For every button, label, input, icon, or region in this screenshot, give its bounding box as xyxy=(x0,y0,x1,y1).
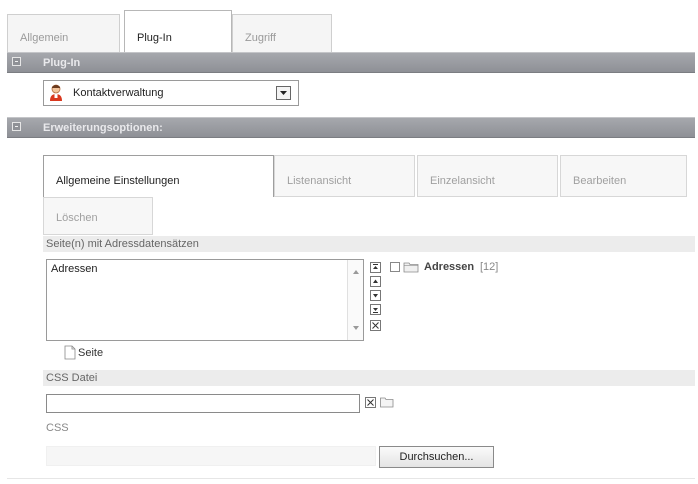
move-top-button[interactable] xyxy=(370,262,381,273)
remove-item-button[interactable] xyxy=(370,320,381,331)
add-page-link[interactable]: Seite xyxy=(64,345,154,361)
move-up-button[interactable] xyxy=(370,276,381,287)
ext-section-title: Erweiterungsoptionen: xyxy=(43,122,163,134)
tab-allgemeine-einstellungen[interactable]: Allgemeine Einstellungen xyxy=(43,155,274,197)
pages-field-label-text: Seite(n) mit Adressdatensätzen xyxy=(46,238,199,250)
close-icon xyxy=(367,399,374,406)
tab-bearbeiten[interactable]: Bearbeiten xyxy=(560,155,687,197)
browser-item-count: [12] xyxy=(480,261,499,273)
content-frame-bottom xyxy=(7,478,695,479)
css-file-upload-input[interactable] xyxy=(46,446,376,466)
plugin-section-header[interactable]: Plug-In xyxy=(7,52,695,73)
css-label: CSS xyxy=(46,422,69,434)
ext-section-header[interactable]: Erweiterungsoptionen: xyxy=(7,117,695,138)
close-icon xyxy=(372,322,379,329)
tab-zugriff[interactable]: Zugriff xyxy=(232,14,332,52)
css-file-label-text: CSS Datei xyxy=(46,372,98,384)
tab-einzelansicht-label: Einzelansicht xyxy=(430,175,495,187)
tab-allgemein[interactable]: Allgemein xyxy=(7,14,120,52)
collapse-icon[interactable] xyxy=(12,122,21,131)
tab-listenansicht-label: Listenansicht xyxy=(287,175,352,187)
tab-plug-in-label: Plug-In xyxy=(137,32,172,44)
clear-css-file-button[interactable] xyxy=(365,397,376,408)
checkbox-icon xyxy=(390,262,400,272)
browser-item[interactable]: Adressen [12] xyxy=(388,260,548,276)
css-file-input[interactable] xyxy=(46,394,360,413)
move-bottom-button[interactable] xyxy=(370,304,381,315)
tab-allgemeine-einstellungen-label: Allgemeine Einstellungen xyxy=(56,175,180,187)
tab-zugriff-label: Zugriff xyxy=(245,32,276,44)
plugin-select[interactable]: Kontaktverwaltung xyxy=(43,80,299,106)
tab-listenansicht[interactable]: Listenansicht xyxy=(274,155,415,197)
pages-select-list[interactable]: Adressen xyxy=(46,259,364,341)
scroll-arrows-icon xyxy=(353,270,359,330)
page-icon xyxy=(64,345,76,363)
css-file-label: CSS Datei xyxy=(43,370,695,386)
plugin-user-icon xyxy=(48,84,64,102)
collapse-icon[interactable] xyxy=(12,57,21,66)
list-scrollbar[interactable] xyxy=(347,260,363,340)
top-tab-bar: Allgemein Plug-In Zugriff xyxy=(7,0,695,52)
browse-button[interactable]: Durchsuchen... xyxy=(379,446,494,468)
tab-loeschen-label: Löschen xyxy=(56,212,98,224)
tab-allgemein-label: Allgemein xyxy=(20,32,69,44)
tab-bearbeiten-label: Bearbeiten xyxy=(573,175,627,187)
select-arrow-button[interactable] xyxy=(276,86,291,100)
chevron-down-icon xyxy=(280,91,287,95)
add-page-label: Seite xyxy=(78,347,104,359)
folder-icon xyxy=(403,261,419,276)
tab-loeschen[interactable]: Löschen xyxy=(43,197,153,235)
browser-item-name: Adressen xyxy=(424,261,475,273)
move-down-button[interactable] xyxy=(370,290,381,301)
browse-button-label: Durchsuchen... xyxy=(399,451,474,463)
plugin-section-title: Plug-In xyxy=(43,57,81,69)
tab-plug-in[interactable]: Plug-In xyxy=(124,10,232,52)
pages-field-label: Seite(n) mit Adressdatensätzen xyxy=(43,236,695,252)
open-folder-icon[interactable] xyxy=(380,397,394,411)
plugin-select-value: Kontaktverwaltung xyxy=(73,87,164,99)
tab-einzelansicht[interactable]: Einzelansicht xyxy=(417,155,558,197)
list-item[interactable]: Adressen xyxy=(51,263,97,275)
